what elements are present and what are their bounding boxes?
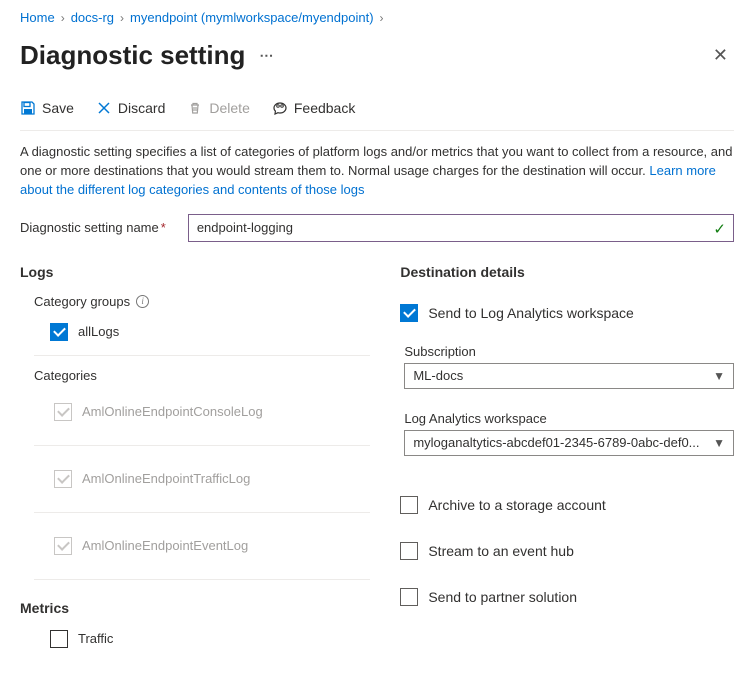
discard-button[interactable]: Discard (96, 100, 165, 116)
required-indicator: * (161, 220, 166, 235)
partner-solution-checkbox[interactable] (400, 588, 418, 606)
breadcrumb-endpoint[interactable]: myendpoint (mymlworkspace/myendpoint) (130, 10, 373, 25)
category-checkbox (54, 537, 72, 555)
archive-storage-label: Archive to a storage account (428, 497, 605, 513)
description-text: A diagnostic setting specifies a list of… (20, 143, 734, 200)
feedback-icon (272, 100, 288, 116)
logs-section-title: Logs (20, 264, 370, 280)
workspace-value: myloganaltytics-abcdef01-2345-6789-0abc-… (413, 435, 699, 450)
send-log-analytics-label: Send to Log Analytics workspace (428, 305, 633, 321)
divider (34, 579, 370, 580)
subscription-value: ML-docs (413, 368, 463, 383)
divider (20, 130, 734, 131)
setting-name-input[interactable] (188, 214, 734, 242)
info-icon[interactable]: i (136, 295, 149, 308)
valid-check-icon: ✓ (713, 220, 726, 238)
workspace-label: Log Analytics workspace (404, 411, 734, 426)
discard-icon (96, 100, 112, 116)
save-button[interactable]: Save (20, 100, 74, 116)
breadcrumb-rg[interactable]: docs-rg (71, 10, 114, 25)
send-log-analytics-checkbox[interactable] (400, 304, 418, 322)
category-label: AmlOnlineEndpointConsoleLog (82, 404, 263, 419)
archive-storage-checkbox[interactable] (400, 496, 418, 514)
feedback-button[interactable]: Feedback (272, 100, 355, 116)
delete-button: Delete (187, 100, 249, 116)
chevron-down-icon: ▼ (713, 436, 725, 450)
delete-icon (187, 100, 203, 116)
partner-solution-label: Send to partner solution (428, 589, 577, 605)
save-label: Save (42, 100, 74, 116)
description-body: A diagnostic setting specifies a list of… (20, 144, 732, 178)
page-title: Diagnostic setting ⋯ (20, 40, 275, 71)
more-icon[interactable]: ⋯ (259, 47, 275, 64)
chevron-down-icon: ▼ (713, 369, 725, 383)
subscription-dropdown[interactable]: ML-docs ▼ (404, 363, 734, 389)
breadcrumb-home[interactable]: Home (20, 10, 55, 25)
chevron-right-icon: › (120, 11, 124, 25)
category-checkbox (54, 403, 72, 421)
close-button[interactable]: ✕ (707, 39, 734, 72)
save-icon (20, 100, 36, 116)
chevron-right-icon: › (61, 11, 65, 25)
category-groups-label: Category groups (34, 294, 130, 309)
toolbar: Save Discard Delete Feedback (20, 100, 734, 116)
feedback-label: Feedback (294, 100, 355, 116)
destination-section-title: Destination details (400, 264, 734, 280)
setting-name-label: Diagnostic setting name* (20, 220, 166, 235)
chevron-right-icon: › (380, 11, 384, 25)
alllogs-checkbox[interactable] (50, 323, 68, 341)
stream-eventhub-label: Stream to an event hub (428, 543, 574, 559)
category-checkbox (54, 470, 72, 488)
divider (34, 355, 370, 356)
categories-label: Categories (34, 368, 370, 383)
category-label: AmlOnlineEndpointTrafficLog (82, 471, 250, 486)
delete-label: Delete (209, 100, 249, 116)
page-title-text: Diagnostic setting (20, 40, 245, 71)
category-label: AmlOnlineEndpointEventLog (82, 538, 248, 553)
workspace-dropdown[interactable]: myloganaltytics-abcdef01-2345-6789-0abc-… (404, 430, 734, 456)
breadcrumb: Home › docs-rg › myendpoint (mymlworkspa… (20, 10, 734, 25)
divider (34, 445, 370, 446)
traffic-label: Traffic (78, 631, 113, 646)
subscription-label: Subscription (404, 344, 734, 359)
alllogs-label: allLogs (78, 324, 119, 339)
traffic-checkbox[interactable] (50, 630, 68, 648)
discard-label: Discard (118, 100, 165, 116)
stream-eventhub-checkbox[interactable] (400, 542, 418, 560)
divider (34, 512, 370, 513)
metrics-section-title: Metrics (20, 600, 370, 616)
